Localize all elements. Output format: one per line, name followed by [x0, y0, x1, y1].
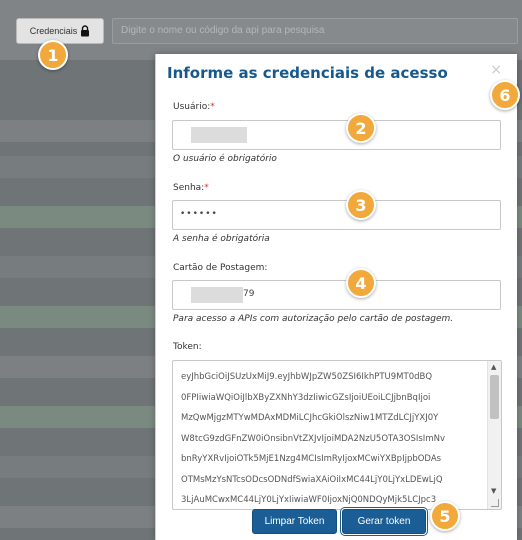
redacted-user-value [191, 127, 247, 143]
modal-title: Informe as credenciais de acesso [167, 64, 448, 82]
token-label: Token: [173, 342, 202, 352]
callout-1: 1 [38, 40, 68, 70]
credentials-button[interactable]: Credenciais [16, 18, 104, 44]
callout-2: 2 [346, 113, 376, 143]
callout-3: 3 [346, 190, 376, 220]
token-line: OTMsMzYsNTcsODcsODNdfSwiaXAiOiIxMC44LjY0… [181, 474, 443, 485]
card-label: Cartão de Postagem: [173, 263, 268, 273]
resize-grip-icon[interactable] [491, 499, 499, 507]
token-textarea[interactable]: eyJhbGciOiJSUzUxMiJ9.eyJhbWJpZW50ZSI6Ikh… [172, 360, 502, 510]
password-hint: A senha é obrigatória [173, 234, 270, 244]
token-scrollbar[interactable]: ▲ ▼ [487, 361, 501, 509]
user-field[interactable] [172, 120, 501, 150]
credentials-label: Credenciais [29, 26, 78, 36]
token-line: MzQwMjgzMTYwMDAxMDMiLCJhcGkiOlszNiw1MTZd… [181, 413, 439, 423]
scroll-down-icon[interactable]: ▼ [491, 487, 496, 495]
clear-token-button[interactable]: Limpar Token [252, 509, 337, 534]
callout-6: 6 [490, 80, 520, 110]
token-line: 0FPIiwiaWQiOiJlbXByZXNhY3dzIiwicGZsIjoiU… [181, 392, 431, 403]
token-line: W8tcG9zdGFnZW0iOnsibnVtZXJvIjoiMDA2NzU5O… [181, 433, 445, 444]
callout-4: 4 [346, 268, 376, 298]
callout-5: 5 [430, 501, 460, 531]
close-icon[interactable]: × [490, 62, 502, 78]
redacted-card-value [191, 287, 243, 303]
user-hint: O usuário é obrigatório [173, 154, 277, 164]
card-field[interactable]: 79 [172, 280, 501, 310]
user-label: Usuário:* [173, 102, 215, 112]
credentials-modal: Informe as credenciais de acesso × Usuár… [155, 54, 517, 540]
token-line: bnRyYXRvIjoiOTk5MjE1Nzg4MCIsImRyIjoxMCwi… [181, 454, 442, 464]
scroll-thumb[interactable] [490, 375, 499, 419]
token-text: eyJhbGciOiJSUzUxMiJ9.eyJhbWJpZW50ZSI6Ikh… [181, 367, 481, 509]
token-line: eyJhbGciOiJSUzUxMiJ9.eyJhbWJpZW50ZSI6Ikh… [181, 372, 433, 382]
password-label: Senha:* [173, 183, 209, 193]
api-search-input[interactable]: Digite o nome ou código da api para pesq… [112, 18, 518, 44]
password-field[interactable]: •••••• [172, 200, 501, 230]
card-hint: Para acesso a APIs com autorização pelo … [173, 314, 454, 324]
scroll-up-icon[interactable]: ▲ [491, 363, 496, 371]
lock-icon [80, 25, 90, 37]
generate-token-button[interactable]: Gerar token [342, 509, 426, 534]
card-value-suffix: 79 [243, 289, 255, 299]
